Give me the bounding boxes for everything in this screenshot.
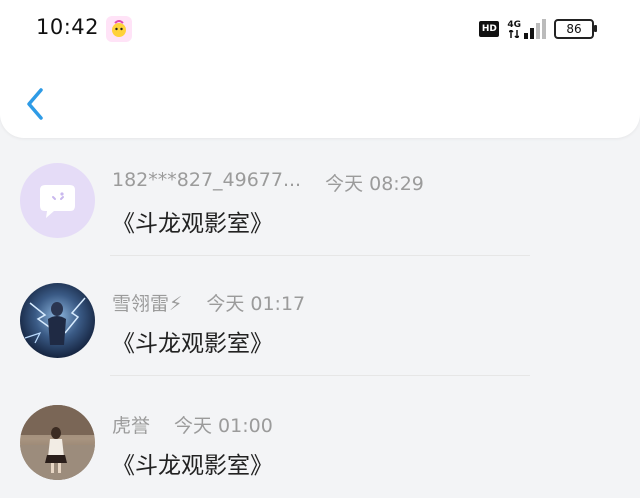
message-meta: 182***827_49677... 今天 08:29 [112,169,424,196]
signal-icon: 4G [507,19,546,39]
message-time: 今天 08:29 [325,173,424,195]
message-time: 今天 01:00 [174,415,273,437]
divider [110,375,530,376]
list-item[interactable]: 虎誉 今天 01:00 《斗龙观影室》 [0,380,640,498]
message-meta: 虎誉 今天 01:00 [112,411,273,438]
hd-badge: HD [479,21,500,37]
girl-photo-image [20,405,95,480]
avatar[interactable] [20,405,95,480]
message-text[interactable]: 《斗龙观影室》 [112,324,273,358]
message-time: 今天 01:17 [206,293,306,315]
avatar[interactable] [20,283,95,358]
network-type: 4G [507,19,521,30]
divider [110,255,530,256]
status-bar: 10:42 HD 4G 86 [0,0,640,60]
battery-icon: 86 [554,19,597,39]
sender-name[interactable]: 182***827_49677... [112,169,301,196]
message-text[interactable]: 《斗龙观影室》 [112,446,273,480]
status-time: 10:42 [36,15,100,39]
back-button[interactable] [22,86,50,122]
list-item[interactable]: 雪翎雷⚡ 今天 01:17 《斗龙观影室》 [0,258,640,376]
chat-bubble-icon [40,185,75,218]
list-item[interactable]: 182***827_49677... 今天 08:29 《斗龙观影室》 [0,138,640,256]
sender-name[interactable]: 虎誉 [112,411,150,438]
message-text[interactable]: 《斗龙观影室》 [112,204,273,238]
status-icons: HD 4G 86 [479,16,597,42]
header: 10:42 HD 4G 86 [0,0,640,138]
chevron-left-icon [27,88,43,120]
app-notification-icon [106,16,132,42]
avatar[interactable] [20,163,95,238]
lightning-figure-image [24,297,86,345]
sender-name[interactable]: 雪翎雷⚡ [112,289,182,316]
message-meta: 雪翎雷⚡ 今天 01:17 [112,289,305,316]
